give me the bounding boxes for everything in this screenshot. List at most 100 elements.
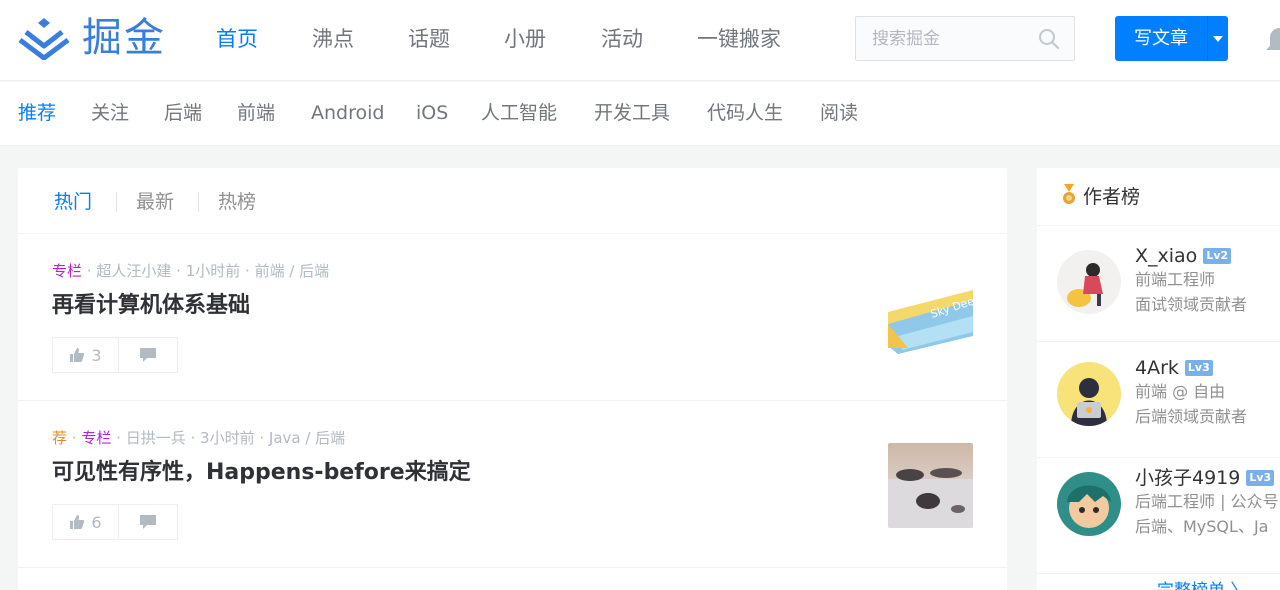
comment-icon	[140, 348, 156, 362]
notification-bell-icon[interactable]	[1266, 24, 1280, 54]
entry-categories[interactable]: 前端 / 后端	[255, 262, 330, 280]
avatar[interactable]	[1057, 362, 1121, 426]
level-badge: Lv3	[1184, 360, 1213, 376]
level-badge: Lv2	[1203, 248, 1232, 264]
write-article-label: 写文章	[1134, 28, 1188, 49]
tag-frontend[interactable]: 前端	[237, 100, 275, 126]
tag-ios[interactable]: iOS	[416, 100, 448, 126]
article-entry[interactable]: 荐 · 专栏 · 日拱一兵 · 3小时前 · Java / 后端 可见性有序性，…	[18, 401, 1007, 568]
write-article-button[interactable]: 写文章	[1115, 16, 1228, 61]
author-title: 后端工程师 | 公众号	[1135, 492, 1279, 511]
top-header: 掘金 首页 沸点 话题 小册 活动 一键搬家 写文章	[0, 0, 1280, 81]
entry-thumbnail[interactable]	[888, 443, 973, 528]
nav-books[interactable]: 小册	[504, 24, 601, 54]
meta-dot: ·	[116, 429, 126, 447]
author-name[interactable]: 4Ark	[1135, 357, 1179, 379]
recommended-badge: 荐	[52, 429, 68, 447]
tag-reading[interactable]: 阅读	[820, 100, 858, 126]
entry-author[interactable]: 日拱一兵	[126, 429, 186, 447]
juejin-logo-icon	[18, 18, 70, 60]
meta-dot: ·	[86, 262, 97, 280]
medal-icon	[1063, 184, 1075, 204]
thumbs-up-icon	[70, 348, 85, 362]
comment-button[interactable]	[119, 505, 177, 539]
author-name-row: 4Ark Lv3	[1135, 356, 1213, 380]
nav-events[interactable]: 活动	[601, 24, 697, 54]
main-nav: 首页 沸点 话题 小册 活动 一键搬家	[216, 24, 781, 54]
tag-backend[interactable]: 后端	[164, 100, 202, 126]
entry-title[interactable]: 再看计算机体系基础	[52, 291, 250, 321]
thumbs-up-icon	[70, 515, 85, 529]
level-badge: Lv3	[1246, 470, 1275, 486]
tag-recommended[interactable]: 推荐	[18, 100, 56, 126]
column-badge[interactable]: 专栏	[81, 429, 111, 447]
author-item[interactable]: X_xiao Lv2 前端工程师 面试领域贡献者	[1037, 226, 1280, 342]
comment-icon	[140, 515, 156, 529]
comment-button[interactable]	[119, 338, 177, 372]
like-count: 3	[91, 345, 102, 365]
author-item[interactable]: 4Ark Lv3 前端 @ 自由 后端领域贡献者	[1037, 342, 1280, 458]
author-title: 前端 @ 自由	[1135, 382, 1226, 401]
like-count: 6	[91, 512, 102, 532]
thumbnail-image	[888, 443, 973, 528]
panel-title: 作者榜	[1083, 186, 1141, 208]
full-ranking-link[interactable]: 完整榜单 〉	[1157, 576, 1247, 590]
nav-home[interactable]: 首页	[216, 24, 312, 54]
avatar[interactable]	[1057, 472, 1121, 536]
entry-categories[interactable]: Java / 后端	[269, 429, 345, 447]
author-name[interactable]: 小孩子4919	[1135, 467, 1240, 489]
author-name[interactable]: X_xiao	[1135, 245, 1197, 267]
nav-topics[interactable]: 话题	[408, 24, 504, 54]
tag-following[interactable]: 关注	[91, 100, 129, 126]
tab-hot[interactable]: 热门	[54, 189, 92, 215]
avatar[interactable]	[1057, 250, 1121, 314]
column-badge[interactable]: 专栏	[52, 262, 82, 280]
article-entry[interactable]	[18, 568, 1007, 590]
tab-divider	[198, 192, 199, 212]
author-item[interactable]: 小孩子4919 Lv3 后端工程师 | 公众号 后端、MySQL、Ja	[1037, 458, 1280, 574]
search-box	[855, 16, 1075, 61]
tag-dev-tools[interactable]: 开发工具	[594, 100, 670, 126]
author-name-row: X_xiao Lv2	[1135, 244, 1232, 268]
tab-divider	[116, 192, 117, 212]
avatar-image	[1057, 362, 1121, 426]
thumbnail-image: Sky Deep	[888, 276, 973, 361]
article-entry[interactable]: 专栏 · 超人汪小建 · 1小时前 · 前端 / 后端 再看计算机体系基础 3	[18, 234, 1007, 401]
author-domain: 面试领域贡献者	[1135, 295, 1248, 314]
write-dropdown-toggle[interactable]	[1208, 16, 1228, 61]
avatar-image	[1057, 472, 1121, 536]
entry-time: 1小时前	[185, 262, 241, 280]
entry-thumbnail[interactable]: Sky Deep	[888, 276, 973, 361]
author-ranking-panel: 作者榜 X_xiao Lv2 前端工程师 面试领域贡献者 4Ark Lv3 前端…	[1037, 168, 1280, 590]
avatar-image	[1057, 250, 1121, 314]
meta-dot: ·	[190, 429, 201, 447]
meta-dot: ·	[245, 262, 255, 280]
article-feed: 热门 最新 热榜 专栏 · 超人汪小建 · 1小时前 · 前端 / 后端 再看计…	[18, 168, 1007, 590]
nav-migrate[interactable]: 一键搬家	[697, 24, 781, 54]
meta-dot: ·	[176, 262, 186, 280]
author-domain: 后端领域贡献者	[1135, 407, 1248, 426]
entry-meta: 荐 · 专栏 · 日拱一兵 · 3小时前 · Java / 后端	[52, 428, 345, 448]
category-tag-bar: 推荐 关注 后端 前端 Android iOS 人工智能 开发工具 代码人生 阅…	[0, 82, 1280, 146]
feed-sort-tabs: 热门 最新 热榜	[18, 168, 1007, 234]
caret-down-icon	[1213, 35, 1223, 42]
logo-text: 掘金	[82, 15, 166, 61]
search-input[interactable]	[856, 17, 1026, 60]
juejin-logo[interactable]: 掘金	[18, 14, 166, 62]
tag-android[interactable]: Android	[311, 100, 384, 126]
author-name-row: 小孩子4919 Lv3	[1135, 466, 1275, 490]
tag-ai[interactable]: 人工智能	[481, 100, 557, 126]
nav-pins[interactable]: 沸点	[312, 24, 408, 54]
entry-author[interactable]: 超人汪小建	[96, 262, 171, 280]
entry-meta: 专栏 · 超人汪小建 · 1小时前 · 前端 / 后端	[52, 261, 329, 281]
entry-title[interactable]: 可见性有序性，Happens-before来搞定	[52, 458, 471, 488]
tag-code-life[interactable]: 代码人生	[707, 100, 783, 126]
search-icon[interactable]	[1038, 28, 1060, 50]
meta-dot: ·	[259, 429, 269, 447]
tab-latest[interactable]: 最新	[136, 189, 174, 215]
tab-ranking[interactable]: 热榜	[218, 189, 256, 215]
like-button[interactable]: 6	[53, 505, 119, 539]
like-button[interactable]: 3	[53, 338, 119, 372]
entry-time: 3小时前	[200, 429, 255, 447]
entry-actions: 6	[52, 504, 178, 540]
